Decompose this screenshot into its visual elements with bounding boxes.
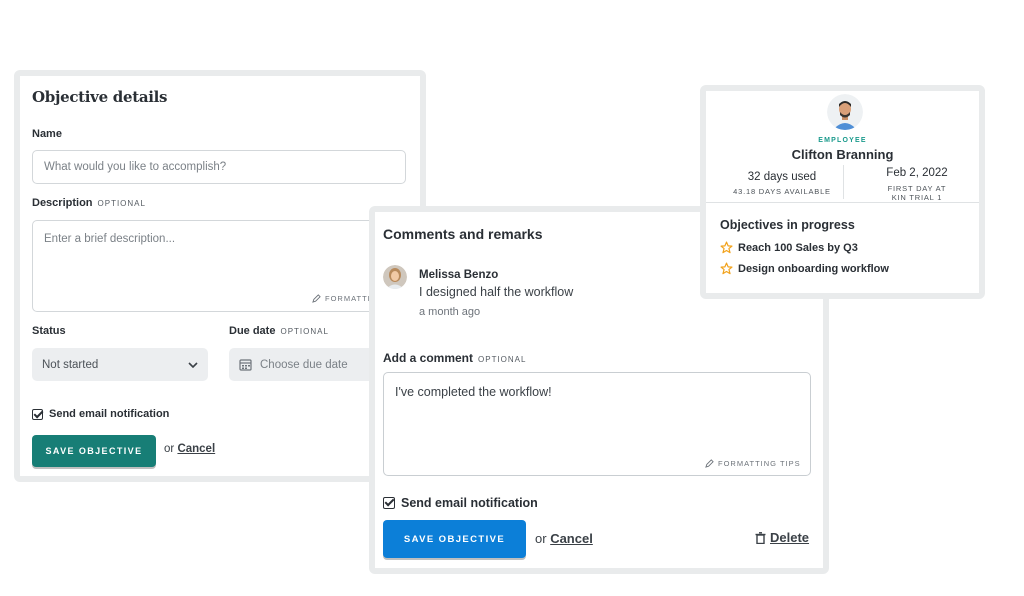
save-objective-button[interactable]: SAVE OBJECTIVE: [383, 520, 526, 558]
email-notification-label: Send email notification: [401, 496, 538, 510]
cancel-link[interactable]: Cancel: [177, 443, 215, 455]
checkbox-checked-icon[interactable]: [383, 497, 395, 509]
or-text: or: [535, 531, 547, 546]
objective-item-label: Design onboarding workflow: [738, 262, 889, 275]
chevron-down-icon: [188, 361, 198, 368]
or-text: or: [164, 443, 175, 455]
objective-name-placeholder: What would you like to accomplish?: [44, 161, 227, 173]
employee-role: EMPLOYEE: [818, 137, 867, 144]
trash-icon: [755, 531, 766, 544]
stats-divider: [843, 165, 844, 199]
first-day-label-line1: FIRST DAY AT: [887, 184, 947, 193]
due-date-label-text: Due date: [229, 325, 276, 337]
objective-item[interactable]: Design onboarding workflow: [720, 262, 889, 275]
pencil-icon: [312, 294, 321, 303]
status-select[interactable]: Not started: [32, 348, 208, 381]
first-day-date: Feb 2, 2022: [886, 167, 948, 179]
formatting-tips-text: FORMATTING TIPS: [718, 459, 801, 468]
email-notification-checkbox[interactable]: Send email notification: [383, 496, 538, 510]
due-date-placeholder: Choose due date: [260, 358, 348, 371]
cancel-group: or Cancel: [535, 531, 593, 546]
days-used: 32 days used: [747, 171, 817, 183]
star-icon: [720, 241, 733, 254]
first-day-label-line2: KIN TRIAL 1: [891, 193, 943, 202]
formatting-tips-link[interactable]: FORMATTING TIPS: [705, 459, 801, 468]
delete-link[interactable]: Delete: [755, 530, 809, 545]
employee-avatar: [827, 94, 863, 130]
comment-timestamp: a month ago: [419, 306, 481, 318]
add-comment-label-text: Add a comment: [383, 351, 474, 365]
optional-tag: OPTIONAL: [478, 355, 527, 364]
cancel-link[interactable]: Cancel: [550, 531, 593, 546]
commenter-avatar: [383, 265, 407, 289]
optional-tag: OPTIONAL: [280, 327, 329, 336]
comments-card-title: Comments and remarks: [383, 226, 543, 242]
comment-text: I designed half the workflow: [419, 285, 574, 299]
formatting-tips-link[interactable]: FORMATTIN: [312, 294, 377, 303]
email-notification-label: Send email notification: [49, 408, 170, 420]
star-icon: [720, 262, 733, 275]
add-comment-label: Add a comment OPTIONAL: [383, 351, 526, 365]
comment-value: I've completed the workflow!: [395, 385, 552, 399]
first-day-label: FIRST DAY AT KIN TRIAL 1: [858, 184, 976, 202]
description-label-text: Description: [32, 197, 93, 209]
email-notification-checkbox[interactable]: Send email notification: [32, 408, 169, 420]
description-label: Description OPTIONAL: [32, 197, 146, 209]
avatar-image: [383, 265, 407, 289]
status-value: Not started: [42, 358, 99, 371]
cancel-group: or Cancel: [164, 443, 215, 455]
avatar-image: [827, 94, 863, 130]
due-date-label: Due date OPTIONAL: [229, 325, 329, 337]
delete-label[interactable]: Delete: [770, 530, 809, 545]
name-label: Name: [32, 128, 62, 140]
description-placeholder: Enter a brief description...: [44, 233, 176, 245]
objective-item[interactable]: Reach 100 Sales by Q3: [720, 241, 858, 254]
objective-details-card: Objective details Name What would you li…: [14, 70, 427, 482]
objective-item-label: Reach 100 Sales by Q3: [738, 241, 858, 254]
optional-tag: OPTIONAL: [97, 199, 146, 208]
checkbox-checked-icon[interactable]: [32, 408, 43, 420]
employee-card: EMPLOYEE Clifton Branning 32 days used 4…: [700, 85, 985, 299]
employee-name: Clifton Branning: [791, 147, 894, 162]
pencil-icon: [705, 459, 714, 468]
status-label: Status: [32, 325, 66, 337]
days-available: 43.18 DAYS AVAILABLE: [733, 187, 831, 196]
calendar-icon: [239, 359, 252, 371]
section-divider: [706, 202, 979, 203]
save-objective-button[interactable]: SAVE OBJECTIVE: [32, 435, 156, 467]
commenter-name: Melissa Benzo: [419, 269, 499, 281]
objective-name-input[interactable]: What would you like to accomplish?: [32, 150, 406, 184]
objectives-in-progress-title: Objectives in progress: [720, 218, 855, 232]
objective-card-title: Objective details: [32, 88, 168, 106]
